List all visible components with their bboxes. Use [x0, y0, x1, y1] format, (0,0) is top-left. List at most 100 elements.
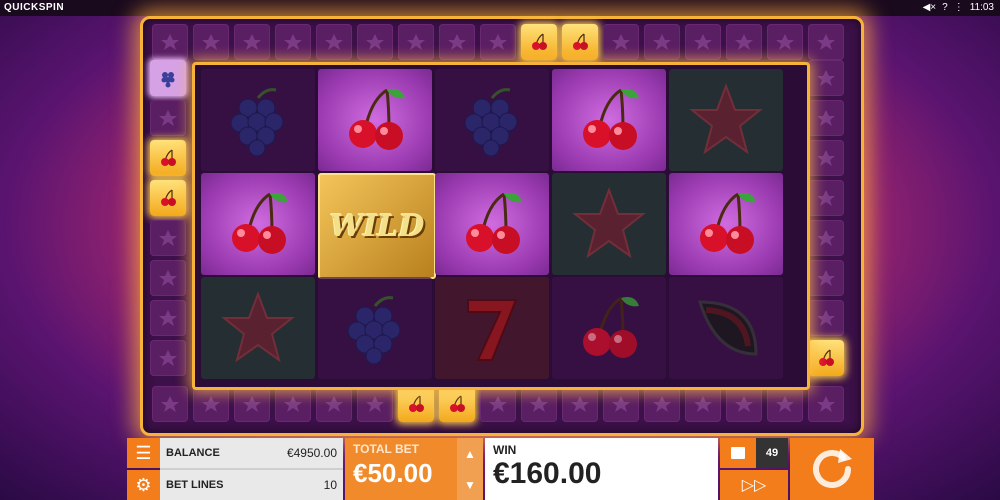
menu-icon: ☰: [135, 442, 152, 463]
reel-cell-grapes: [318, 277, 432, 379]
reel-tile: [808, 60, 844, 96]
wild-label: WILD: [329, 208, 425, 244]
reel-tile: [357, 24, 393, 60]
reel-cell-star: [552, 173, 666, 275]
seven-icon: [467, 299, 518, 361]
grapes-icon: [347, 296, 401, 365]
balance-row: BALANCE €4950.00: [160, 438, 343, 468]
autoplay-icon: [731, 447, 745, 459]
reel-cell-melon: [669, 277, 783, 379]
win-panel: WIN €160.00: [485, 438, 718, 500]
reel-tile-cherry: [150, 180, 186, 216]
top-controls: ◀​× ? ⋮ 11:03: [923, 2, 994, 13]
reel-tile-cherry: [808, 340, 844, 376]
win-label: WIN: [493, 443, 517, 457]
reel-tile: [603, 24, 639, 60]
menu-column: ☰ ⚙: [127, 438, 160, 500]
reel-tile: [808, 100, 844, 136]
reel-tile: [808, 220, 844, 256]
reel-cell-seven: [435, 277, 549, 379]
reel-tile: [150, 100, 186, 136]
cherry-icon: [583, 88, 639, 150]
reel-tile: [685, 386, 721, 422]
reel-tile: [316, 24, 352, 60]
reel-tile: [357, 386, 393, 422]
reel-cell-wild: WILD: [318, 173, 436, 279]
reel-tile: [562, 386, 598, 422]
reel-tile: [275, 386, 311, 422]
reel-tile: [685, 24, 721, 60]
reel-tile-cherry: [521, 24, 557, 60]
reel-tile: [152, 24, 188, 60]
cherry-icon: [466, 192, 522, 254]
reel-tile: [152, 386, 188, 422]
help-icon[interactable]: ?: [942, 2, 948, 13]
cherry-icon: [232, 192, 288, 254]
cherry-icon: [349, 88, 405, 150]
reel-tile: [275, 24, 311, 60]
reel-tile-grapes: [150, 60, 186, 96]
reel-cell-cherry: [435, 173, 549, 275]
reel-tile: [150, 300, 186, 336]
reel-tile: [150, 340, 186, 376]
reel-tile: [808, 386, 844, 422]
reel-cell-grapes: [435, 69, 549, 171]
reel-tile: [603, 386, 639, 422]
autoplay-panel: 49 ▷▷: [720, 438, 788, 500]
reel-cell-grapes: [201, 69, 315, 171]
sound-icon[interactable]: ◀​×: [923, 2, 937, 13]
melon-icon: [697, 300, 758, 356]
betlines-label: BET LINES: [166, 479, 224, 491]
spin-button[interactable]: [790, 438, 874, 500]
reel-tile: [150, 220, 186, 256]
fast-forward-button[interactable]: ▷▷: [720, 470, 788, 500]
autoplay-button[interactable]: [720, 438, 756, 468]
star-icon: [572, 187, 646, 259]
total-bet-label: TOTAL BET: [353, 442, 419, 456]
info-panel: BALANCE €4950.00 BET LINES 10: [160, 438, 343, 500]
reel-tile: [644, 386, 680, 422]
reel-tile: [398, 24, 434, 60]
reel-tile: [808, 260, 844, 296]
reel-tile: [480, 386, 516, 422]
balance-value: €4950.00: [286, 446, 337, 460]
bet-adjust: ▲ ▼: [457, 438, 483, 500]
reel-cell-cherry: [552, 69, 666, 171]
reel-cell-star: [669, 69, 783, 171]
reel-cell-cherry: [201, 173, 315, 275]
reel-tile: [767, 24, 803, 60]
bet-up-icon[interactable]: ▲: [464, 447, 476, 461]
reel-tile: [808, 180, 844, 216]
star-icon: [221, 291, 295, 363]
reel-tile: [808, 300, 844, 336]
reel-tile: [150, 260, 186, 296]
reel-tile-cherry: [150, 140, 186, 176]
reel-tile: [726, 386, 762, 422]
settings-icon[interactable]: ⋮: [954, 2, 964, 13]
top-bar: QUICKSPIN ◀​× ? ⋮ 11:03: [0, 0, 1000, 16]
autoplay-count: 49: [756, 438, 788, 468]
grapes-icon: [464, 88, 518, 157]
spin-icon: [813, 449, 852, 488]
reel-cell-cherry: [669, 173, 783, 275]
reel-grid: WILD: [192, 62, 810, 390]
fast-forward-icon: ▷▷: [741, 477, 767, 494]
reel-cell-cherry: [318, 69, 432, 171]
reel-tile: [439, 24, 475, 60]
reel-tile: [480, 24, 516, 60]
settings-button[interactable]: ⚙: [127, 470, 160, 500]
reel-tile: [316, 386, 352, 422]
reel-tile: [767, 386, 803, 422]
reel-tile: [193, 24, 229, 60]
bet-down-icon[interactable]: ▼: [464, 478, 476, 492]
grapes-icon: [230, 88, 284, 157]
win-value: €160.00: [493, 457, 602, 490]
total-bet-panel: TOTAL BET €50.00: [345, 438, 457, 500]
cherry-icon: [700, 192, 756, 254]
balance-label: BALANCE: [166, 447, 220, 459]
menu-button[interactable]: ☰: [127, 438, 160, 468]
brand-logo: QUICKSPIN: [4, 2, 65, 13]
reel-tile: [644, 24, 680, 60]
reel-tile: [808, 24, 844, 60]
cherry-icon: [583, 296, 639, 358]
